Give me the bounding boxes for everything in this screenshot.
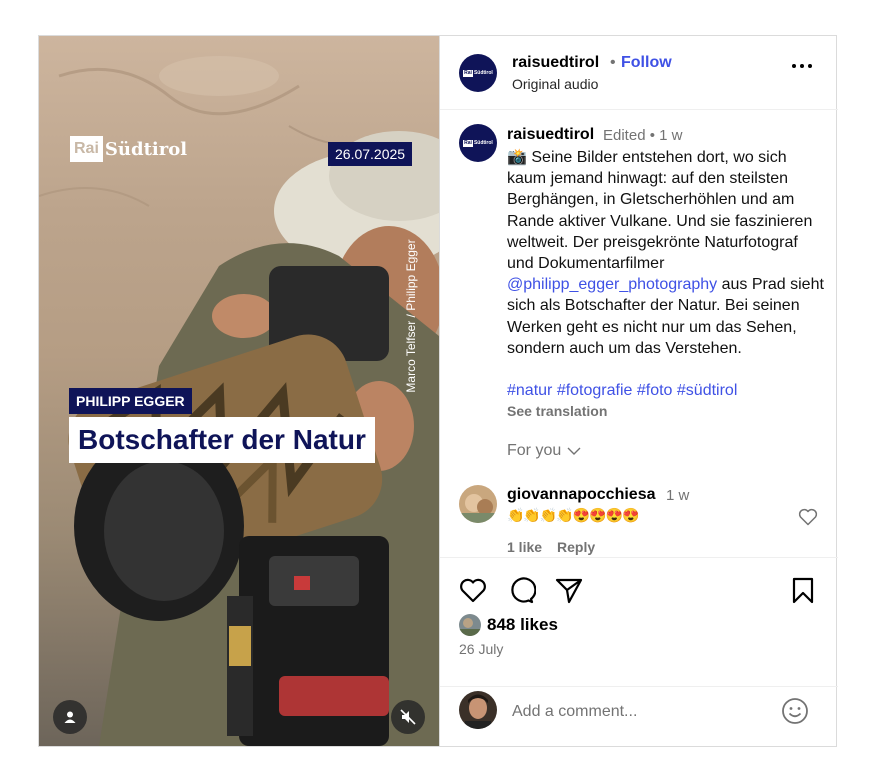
caption-meta: Edited • 1 w bbox=[603, 127, 683, 144]
logo-brand-name: Südtirol bbox=[104, 138, 188, 160]
name-badge: PHILIPP EGGER bbox=[69, 388, 192, 414]
current-user-photo bbox=[459, 691, 497, 729]
post-details-panel: Rai Südtirol raisuedtirol • Follow Origi… bbox=[439, 36, 838, 746]
post-media[interactable]: Rai Südtirol 26.07.2025 Marco Telfser / … bbox=[39, 36, 439, 746]
send-icon[interactable] bbox=[554, 575, 584, 605]
speaker-muted-icon bbox=[400, 709, 416, 725]
comment-text: 👏👏👏👏😍😍😍😍 bbox=[507, 507, 639, 523]
avatar-logo-box: Rai bbox=[463, 69, 473, 77]
caption-body: 📸 Seine Bilder entstehen dort, wo sich k… bbox=[507, 149, 813, 273]
person-icon bbox=[64, 711, 76, 723]
caption-avatar[interactable]: Rai Südtirol bbox=[459, 124, 497, 162]
original-audio-link[interactable]: Original audio bbox=[512, 76, 598, 92]
commenter-avatar[interactable] bbox=[459, 485, 497, 523]
chevron-down-icon bbox=[567, 447, 581, 455]
heart-icon[interactable] bbox=[458, 575, 488, 605]
header-separator: • bbox=[610, 54, 616, 71]
caption-mention-link[interactable]: @philipp_egger_photography bbox=[507, 276, 717, 293]
likes-count[interactable]: 848 likes bbox=[487, 615, 558, 635]
avatar-logo-name: Südtirol bbox=[473, 70, 493, 76]
more-horizontal-icon bbox=[792, 64, 796, 68]
photo-credit: Marco Telfser / Philipp Egger bbox=[401, 236, 421, 396]
liker-photo bbox=[459, 614, 481, 636]
likes-row[interactable]: 848 likes bbox=[459, 614, 558, 636]
caption-avatar-logo: Rai Südtirol bbox=[463, 139, 493, 147]
caption-avatar-name: Südtirol bbox=[473, 140, 493, 146]
caption-avatar-box: Rai bbox=[463, 139, 473, 147]
for-you-label: For you bbox=[507, 442, 562, 459]
photo-credit-text: Marco Telfser / Philipp Egger bbox=[404, 239, 418, 393]
caption-hashtags[interactable]: #natur #fotografie #foto #südtirol bbox=[507, 382, 737, 400]
comment-reply-button[interactable]: Reply bbox=[557, 539, 595, 555]
more-options-button[interactable] bbox=[792, 62, 816, 70]
comment-icon[interactable] bbox=[506, 575, 536, 605]
liker-avatar bbox=[459, 614, 481, 636]
see-translation-button[interactable]: See translation bbox=[507, 403, 607, 419]
smiley-icon[interactable] bbox=[780, 696, 810, 726]
avatar-logo: Rai Südtirol bbox=[463, 69, 493, 77]
more-dot bbox=[800, 64, 804, 68]
add-comment-input[interactable] bbox=[512, 700, 772, 724]
account-avatar[interactable]: Rai Südtirol bbox=[459, 54, 497, 92]
post-header: Rai Südtirol raisuedtirol • Follow Origi… bbox=[440, 36, 838, 110]
bookmark-icon[interactable] bbox=[788, 575, 818, 605]
commenter-photo bbox=[459, 485, 497, 523]
logo-rai-box: Rai bbox=[70, 136, 103, 162]
current-user-avatar bbox=[459, 691, 497, 729]
comment-time: 1 w bbox=[666, 487, 690, 504]
post-date: 26 July bbox=[459, 641, 504, 657]
comment-username[interactable]: giovannapocchiesa bbox=[507, 486, 656, 504]
mute-toggle-button[interactable] bbox=[391, 700, 425, 734]
tagged-users-button[interactable] bbox=[53, 700, 87, 734]
video-headline: Botschafter der Natur bbox=[69, 417, 375, 463]
comment-heart-icon[interactable] bbox=[798, 508, 818, 526]
caption-username[interactable]: raisuedtirol bbox=[507, 126, 594, 144]
post-card: Rai Südtirol 26.07.2025 Marco Telfser / … bbox=[38, 35, 838, 747]
more-dot bbox=[808, 64, 812, 68]
date-badge: 26.07.2025 bbox=[328, 142, 413, 166]
rai-suedtirol-logo: Rai Südtirol bbox=[70, 136, 187, 162]
comment-likes[interactable]: 1 like bbox=[507, 539, 542, 555]
for-you-dropdown[interactable]: For you bbox=[507, 442, 581, 460]
actions-divider bbox=[440, 557, 838, 558]
caption-text: 📸 Seine Bilder entstehen dort, wo sich k… bbox=[507, 147, 825, 359]
follow-button[interactable]: Follow bbox=[621, 54, 672, 72]
header-username[interactable]: raisuedtirol bbox=[512, 54, 599, 72]
